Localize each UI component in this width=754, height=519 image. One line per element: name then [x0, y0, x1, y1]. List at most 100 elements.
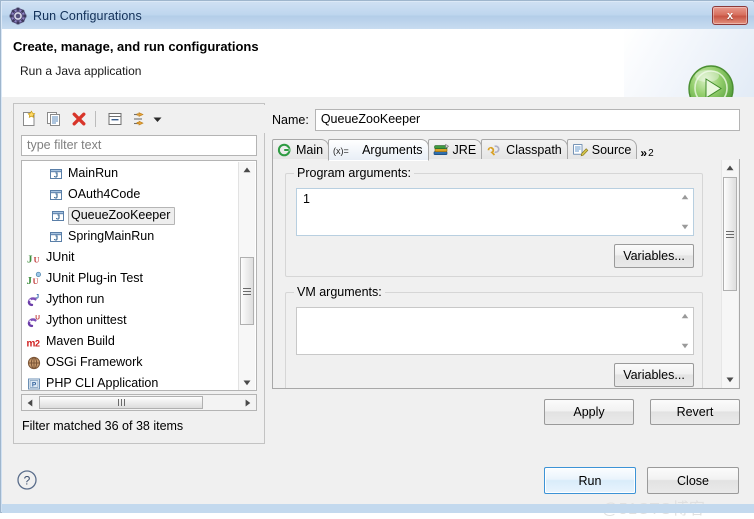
tree-item[interactable]: J Jython run	[22, 289, 241, 310]
scroll-down-icon[interactable]	[722, 372, 738, 388]
tree-item[interactable]: U Jython unittest	[22, 310, 241, 331]
tree-item[interactable]: J QueueZooKeeper	[22, 205, 241, 226]
close-button[interactable]: Close	[647, 467, 739, 494]
tab-label: Classpath	[506, 143, 562, 157]
scroll-up-icon[interactable]	[722, 160, 738, 176]
tree-vertical-scrollbar[interactable]	[238, 162, 255, 390]
new-configuration-icon[interactable]	[18, 108, 40, 130]
tree-item[interactable]: m 2 Maven Build	[22, 331, 241, 352]
tab-arguments[interactable]: (x)= Arguments	[328, 139, 429, 161]
name-row: Name: QueueZooKeeper	[272, 109, 740, 131]
run-button-label: Run	[578, 473, 602, 488]
svg-text:J: J	[35, 293, 39, 300]
chevron-right-double-icon: »	[640, 146, 648, 160]
tab-label: JRE	[452, 143, 477, 157]
tab-panel-scrollbar[interactable]	[721, 160, 738, 388]
configuration-editor: Name: QueueZooKeeper Main (x)= Arguments JR…	[272, 103, 740, 444]
dialog-header: Create, manage, and run configurations R…	[2, 29, 754, 98]
help-question-icon[interactable]: ?	[16, 469, 38, 491]
run-button[interactable]: Run	[544, 467, 636, 494]
tree-item-label: Jython run	[46, 292, 105, 306]
close-icon: x	[726, 9, 734, 22]
svg-text:U: U	[34, 255, 40, 264]
page-subtitle: Run a Java application	[20, 64, 142, 78]
tab-strip: Main (x)= Arguments JRE Classpath Source » 2	[272, 138, 740, 161]
maven-icon: m2	[26, 334, 42, 350]
filter-input[interactable]: type filter text	[21, 135, 257, 156]
configurations-toolbar	[15, 105, 265, 133]
title-bar: Run Configurations x	[2, 2, 754, 29]
filter-icon[interactable]	[129, 108, 151, 130]
scroll-up-icon[interactable]	[677, 309, 692, 323]
junit-icon: JU	[26, 250, 42, 266]
name-input[interactable]: QueueZooKeeper	[314, 109, 740, 131]
svg-text:J: J	[27, 253, 33, 265]
java-application-icon: J	[48, 166, 64, 182]
tree-item-label: QueueZooKeeper	[68, 206, 176, 225]
tree-item-label: OAuth4Code	[68, 187, 141, 201]
collapse-all-icon[interactable]	[104, 108, 126, 130]
classpath-tab-icon	[486, 143, 503, 157]
tree-item-label: Jython unittest	[46, 313, 127, 327]
scroll-right-icon[interactable]	[240, 395, 256, 411]
tree-item[interactable]: J U JUnit Plug-in Test	[22, 268, 241, 289]
tab-overflow-button[interactable]: » 2	[636, 139, 656, 160]
arguments-tab-panel: Program arguments: 1 Variables... VM arg…	[272, 159, 740, 389]
tree-item[interactable]: P PHP CLI Application	[22, 373, 241, 390]
svg-text:J: J	[54, 191, 58, 200]
scroll-left-icon[interactable]	[22, 395, 38, 411]
program-arguments-value: 1	[303, 192, 310, 206]
tab-jre[interactable]: JRE	[427, 139, 483, 160]
vm-arguments-variables-button[interactable]: Variables...	[614, 363, 694, 387]
tab-classpath[interactable]: Classpath	[481, 139, 568, 160]
tab-main[interactable]: Main	[272, 139, 330, 160]
scroll-up-icon[interactable]	[677, 190, 692, 204]
configurations-tree[interactable]: J MainRun J OAuth4Code J QueueZooKeeper J Sprin…	[21, 160, 257, 391]
close-window-button[interactable]: x	[712, 6, 748, 25]
delete-configuration-icon[interactable]	[68, 108, 90, 130]
vm-arguments-input[interactable]	[296, 307, 694, 355]
program-arguments-variables-button[interactable]: Variables...	[614, 244, 694, 268]
svg-text:2: 2	[35, 338, 40, 348]
scroll-down-icon[interactable]	[239, 375, 255, 390]
tree-item-label: OSGi Framework	[46, 355, 143, 369]
toolbar-separator	[95, 111, 96, 127]
main-tab-icon	[277, 143, 293, 157]
tree-item[interactable]: J SpringMainRun	[22, 226, 241, 247]
run-configurations-dialog: Run Configurations x Create, manage, and…	[0, 0, 754, 518]
java-application-icon: J	[48, 229, 64, 245]
tree-item[interactable]: J MainRun	[22, 163, 241, 184]
tab-panel-scrollbar-thumb[interactable]	[723, 177, 737, 291]
tab-label: Main	[296, 143, 324, 157]
tree-hscrollbar-thumb[interactable]	[39, 396, 203, 409]
tree-item-label: JUnit Plug-in Test	[46, 271, 144, 285]
scrollbar-grip-icon	[726, 229, 734, 240]
revert-button[interactable]: Revert	[650, 399, 740, 425]
chevron-down-icon[interactable]	[151, 109, 164, 129]
apply-button[interactable]: Apply	[544, 399, 634, 425]
footer-strip	[2, 504, 754, 513]
tree-item[interactable]: OSGi Framework	[22, 352, 241, 373]
tree-item[interactable]: J U JUnit	[22, 247, 241, 268]
tree-item-label: Maven Build	[46, 334, 115, 348]
tab-source[interactable]: Source	[566, 139, 638, 160]
java-application-icon: J	[48, 187, 64, 203]
tree-horizontal-scrollbar[interactable]	[21, 394, 257, 411]
program-arguments-scrollbar[interactable]	[677, 190, 692, 234]
php-cli-icon: P	[26, 376, 42, 391]
scroll-up-icon[interactable]	[239, 162, 255, 178]
duplicate-configuration-icon[interactable]	[43, 108, 65, 130]
scroll-down-icon[interactable]	[677, 339, 692, 353]
scroll-down-icon[interactable]	[677, 220, 692, 234]
tab-label: Source	[591, 143, 632, 157]
name-label: Name:	[272, 113, 309, 127]
tree-item[interactable]: J OAuth4Code	[22, 184, 241, 205]
configurations-tree-items: J MainRun J OAuth4Code J QueueZooKeeper J Sprin…	[22, 163, 241, 390]
program-arguments-input[interactable]: 1	[296, 188, 694, 236]
vm-arguments-scrollbar[interactable]	[677, 309, 692, 353]
configurations-panel: type filter text J MainRun J OAuth4Code J Que…	[13, 103, 265, 444]
tree-scrollbar-thumb[interactable]	[240, 257, 254, 325]
source-tab-icon	[572, 143, 589, 157]
program-arguments-group: Program arguments: 1 Variables...	[285, 166, 703, 277]
jython-run-icon: J	[26, 292, 42, 308]
